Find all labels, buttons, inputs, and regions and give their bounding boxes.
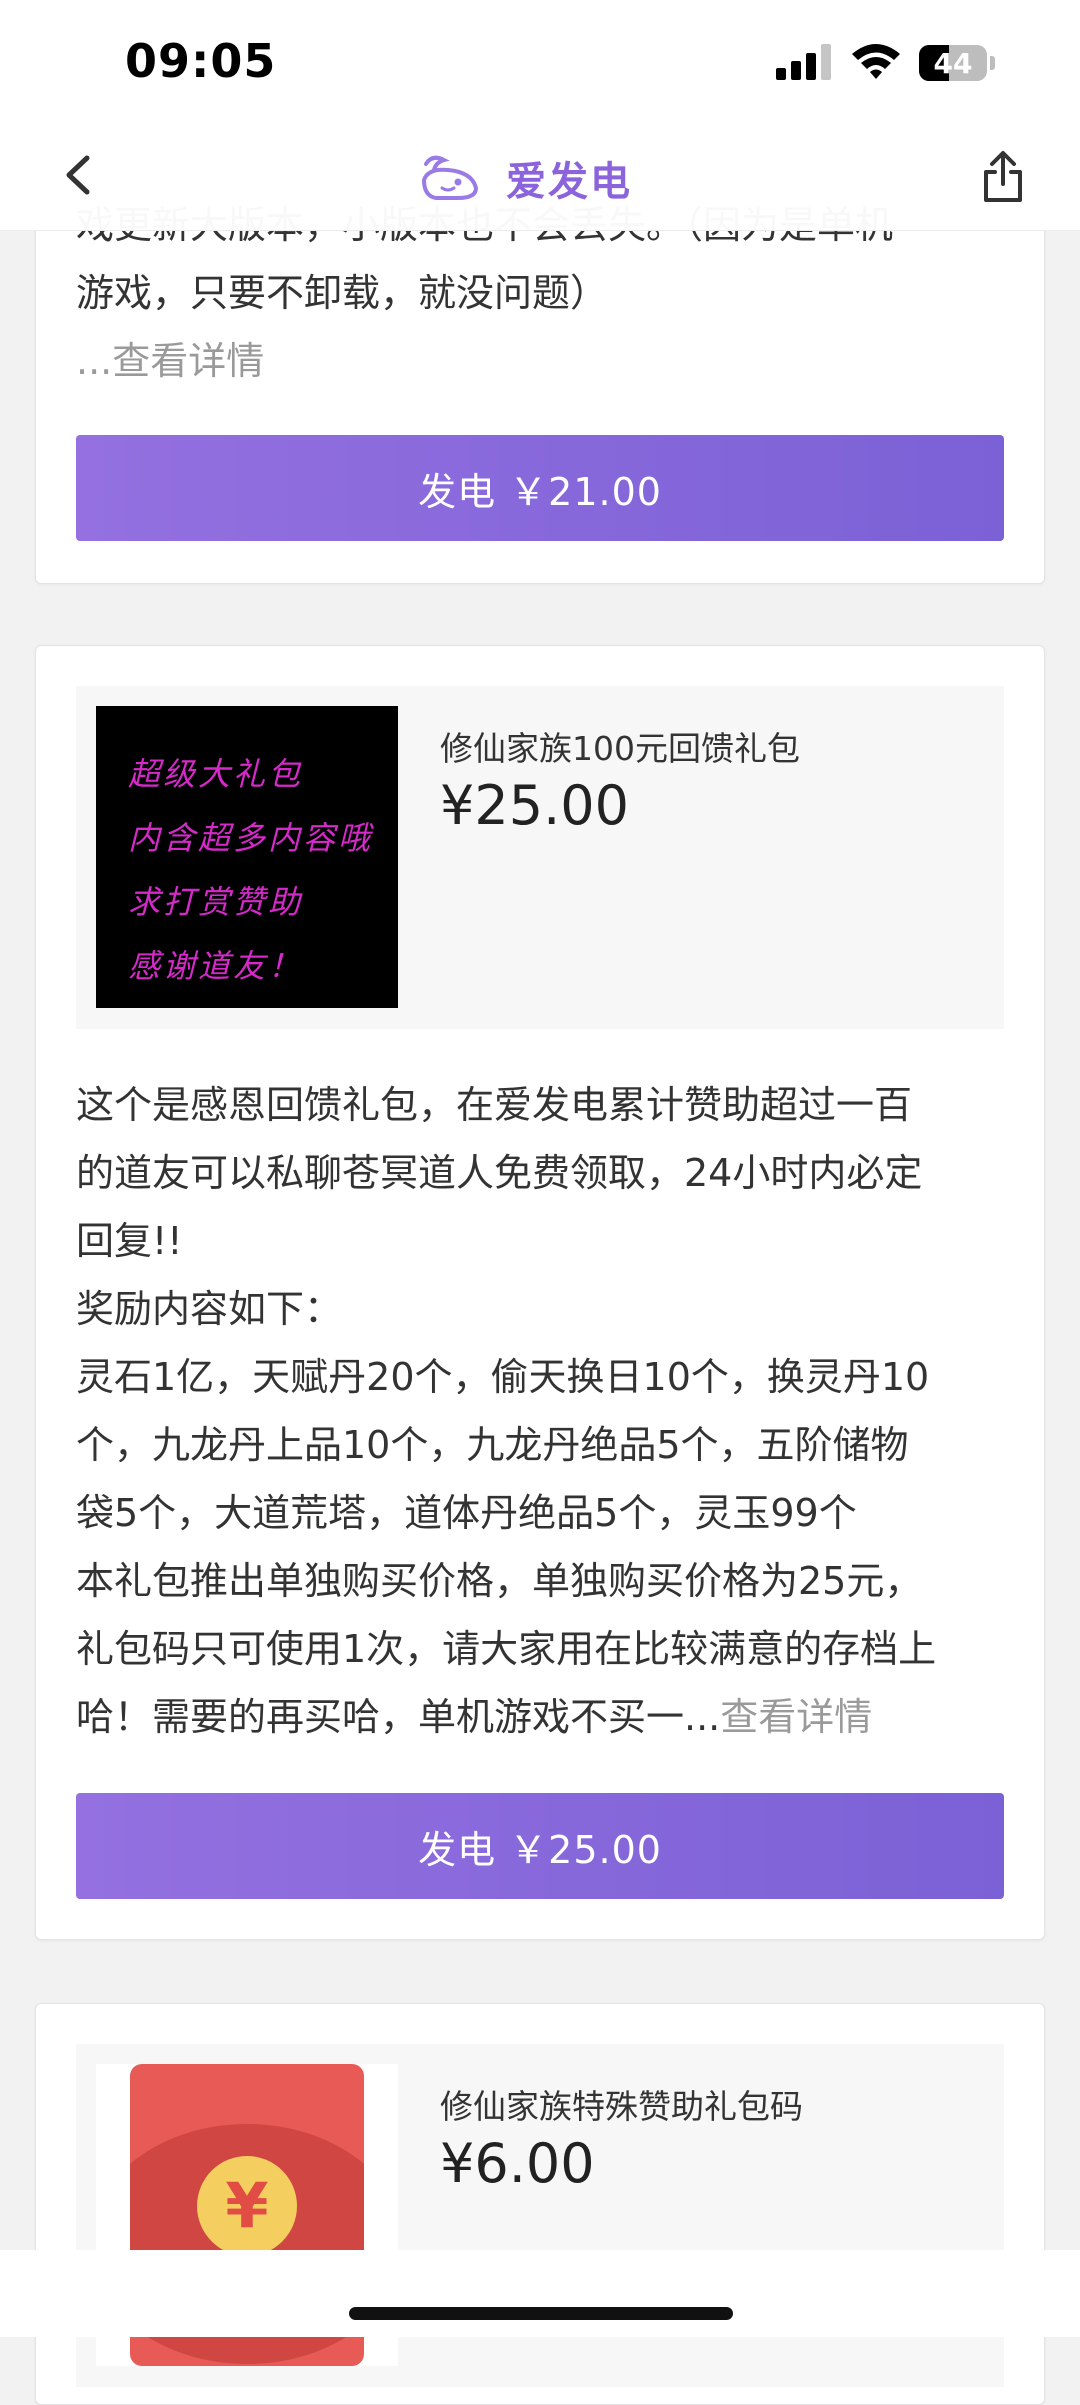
view-details-link[interactable]: ...查看详情 bbox=[76, 339, 264, 383]
home-area bbox=[0, 2250, 1080, 2337]
sponsor-button[interactable]: 发电 ￥25.00 bbox=[76, 1793, 1004, 1899]
description-line: 游戏，只要不卸载，就没问题） bbox=[76, 271, 609, 315]
product-image: 超级大礼包 内含超多内容哦 求打赏赞助 感谢道友！ bbox=[96, 706, 398, 1008]
coin-icon: ¥ bbox=[197, 2156, 297, 2256]
brand: 爱发电 bbox=[418, 148, 632, 208]
reward-card-3: ¥ 修仙家族特殊赞助礼包码 ¥6.00 bbox=[35, 2003, 1045, 2405]
battery-level: 44 bbox=[933, 47, 973, 80]
description-line: 灵石1亿，天赋丹20个，偷天换日10个，换灵丹10 bbox=[76, 1355, 930, 1399]
share-icon[interactable] bbox=[978, 148, 1028, 204]
battery-icon: 44 bbox=[919, 45, 987, 81]
description-line: 袋5个，大道荒塔，道体丹绝品5个，灵玉99个 bbox=[76, 1491, 857, 1535]
description-line: 的道友可以私聊苍冥道人免费领取，24小时内必定 bbox=[76, 1151, 923, 1195]
wifi-icon bbox=[852, 44, 900, 79]
description-line: 这个是感恩回馈礼包，在爱发电累计赞助超过一百 bbox=[76, 1083, 913, 1127]
back-arrow-icon[interactable] bbox=[55, 150, 105, 200]
view-details-link[interactable]: 查看详情 bbox=[720, 1695, 872, 1739]
image-text-line: 求打赏赞助 bbox=[128, 883, 304, 921]
status-time: 09:05 bbox=[125, 34, 277, 88]
description-line: 奖励内容如下： bbox=[76, 1287, 343, 1331]
product-price: ¥25.00 bbox=[440, 774, 629, 837]
reward-description: 这个是感恩回馈礼包，在爱发电累计赞助超过一百 的道友可以私聊苍冥道人免费领取，2… bbox=[76, 1071, 1006, 1751]
product-name: 修仙家族特殊赞助礼包码 bbox=[440, 2087, 803, 2126]
cellular-signal-icon bbox=[776, 44, 834, 80]
product-summary[interactable]: 超级大礼包 内含超多内容哦 求打赏赞助 感谢道友！ 修仙家族100元回馈礼包 ¥… bbox=[76, 686, 1004, 1029]
status-bar: 09:05 44 bbox=[0, 0, 1080, 130]
description-line: 本礼包推出单独购买价格，单独购买价格为25元， bbox=[76, 1559, 923, 1603]
description-line: 哈！需要的再买哈，单机游戏不买一... bbox=[76, 1695, 721, 1739]
description-line: 个，九龙丹上品10个，九龙丹绝品5个，五阶储物 bbox=[76, 1423, 909, 1467]
product-name: 修仙家族100元回馈礼包 bbox=[440, 729, 800, 768]
home-indicator[interactable] bbox=[349, 2307, 733, 2320]
nav-bar: 爱发电 bbox=[0, 130, 1080, 231]
reward-card-2: 超级大礼包 内含超多内容哦 求打赏赞助 感谢道友！ 修仙家族100元回馈礼包 ¥… bbox=[35, 645, 1045, 1940]
page-title: 爱发电 bbox=[506, 159, 632, 205]
image-text-line: 超级大礼包 bbox=[128, 755, 304, 793]
description-line: 回复!! bbox=[76, 1219, 183, 1263]
afdian-logo-icon bbox=[422, 155, 478, 200]
sponsor-button[interactable]: 发电 ￥21.00 bbox=[76, 435, 1004, 541]
image-text-line: 内含超多内容哦 bbox=[128, 819, 374, 857]
image-text-line: 感谢道友！ bbox=[128, 947, 304, 985]
product-price: ¥6.00 bbox=[440, 2132, 595, 2195]
description-line: 礼包码只可使用1次，请大家用在比较满意的存档上 bbox=[76, 1627, 937, 1671]
